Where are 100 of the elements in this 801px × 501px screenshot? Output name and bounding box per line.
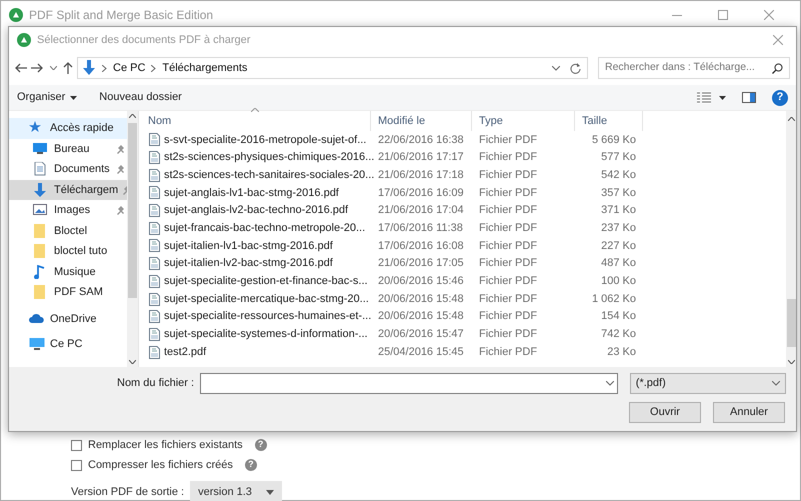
column-header[interactable]: Taille [575,111,643,131]
table-cell-text: 17/06/2016 16:08 [377,238,465,254]
dialog-button[interactable]: Annuler [713,402,785,423]
file-name[interactable]: test2.pdf [164,344,206,360]
table-cell-text: 5 669 Ko [590,132,637,148]
file-name[interactable]: sujet-specialite-mercatique-bac-stmg-20... [164,290,369,308]
view-options-button[interactable] [697,92,726,104]
sidebar-item[interactable]: Bloctel [9,220,127,241]
breadcrumb-item[interactable]: Ce PC [113,60,146,76]
table-cell-text: Fichier PDF [478,132,538,148]
table-cell-text: 1 062 Ko [590,292,637,307]
scroll-down-icon [788,360,794,364]
file-name[interactable]: sujet-specialite-gestion-et-finance-bac-s... [164,273,368,290]
column-header[interactable]: Nom [139,111,371,131]
file-name[interactable]: st2s-sciences-tech-sanitaires-sociales-20... [164,166,374,184]
new-folder-button[interactable]: Nouveau dossier [99,89,182,106]
chevron-down-icon [772,381,780,386]
pdf-file-icon [149,257,160,270]
table-cell-text: 371 Ko [600,203,637,218]
file-name[interactable]: sujet-anglais-lv2-bac-techno-2016.pdf [164,202,348,219]
file-name[interactable]: sujet-italien-lv2-bac-stmg-2016.pdf [164,255,333,272]
chevron-down-icon [606,381,614,386]
table-cell-text: Fichier PDF [478,309,538,324]
table-cell-text: Fichier PDF [478,186,538,201]
table-cell-text: 742 Ko [600,327,637,342]
sidebar-item[interactable]: Accès rapide [9,118,127,138]
dialog-button[interactable]: Ouvrir [629,402,701,423]
sidebar-item[interactable]: Documents [9,159,127,180]
organize-button[interactable]: Organiser [17,89,78,106]
table-cell-text: 25/04/2016 15:45 [377,344,465,360]
sidebar-item[interactable]: Musique [9,262,127,282]
pdf-file-icon [149,239,160,252]
scrollbar-thumb[interactable] [786,299,796,347]
table-cell-text: 21/06/2016 17:17 [377,150,465,166]
table-cell-text: Fichier PDF [478,344,538,360]
picture-icon [33,203,49,218]
list-view-icon [697,92,711,104]
table-cell-text: Fichier PDF [478,256,538,272]
table-cell-text: 20/06/2016 15:47 [377,327,465,342]
breadcrumb-item[interactable]: Téléchargements [162,60,248,76]
preview-pane-button[interactable] [742,92,756,103]
pdf-file-icon [149,346,160,359]
sidebar-item[interactable]: OneDrive [9,308,127,329]
file-name[interactable]: sujet-specialite-ressources-humaines-et-... [164,308,372,325]
table-cell-text: 20/06/2016 15:48 [377,292,465,307]
dialog-title: Sélectionner des documents PDF à charger [37,32,250,48]
table-cell-text: 154 Ko [600,309,637,324]
file-name[interactable]: sujet-francais-bac-techno-metropole-20... [164,220,366,237]
pdf-file-icon [149,133,160,146]
chevron-right-icon [151,64,156,72]
help-button[interactable]: ? [244,459,257,471]
sidebar-item[interactable]: PDF SAM [9,282,127,302]
pdf-file-icon [149,222,160,235]
table-cell-text: Fichier PDF [478,238,538,254]
download-arrow-icon [33,182,49,197]
preview-pane-icon [742,92,756,103]
scroll-up-icon [788,117,794,121]
file-name[interactable]: sujet-specialite-systemes-d-information-... [164,326,368,343]
address-bar[interactable]: Ce PC Téléchargements [77,57,588,79]
column-header[interactable]: Modifié le [371,111,472,131]
table-cell-text: 237 Ko [600,221,637,236]
sidebar-item[interactable]: Téléchargem [9,180,127,200]
sidebar-item[interactable]: bloctel tuto [9,241,127,262]
file-type-dropdown[interactable]: (*.pdf) [630,373,786,394]
checkbox[interactable] [71,460,82,470]
table-cell-text: Fichier PDF [478,168,538,183]
window-title: PDF Split and Merge Basic Edition [29,7,214,24]
version-dropdown[interactable]: version 1.3 [190,481,282,501]
search-field[interactable]: Rechercher dans : Télécharge... [598,57,790,79]
sidebar-item[interactable]: Images [9,200,127,220]
table-cell-text: Fichier PDF [478,150,538,166]
pdf-file-icon [149,328,160,341]
column-header[interactable]: Type [472,111,575,131]
sidebar-scrollbar[interactable] [127,111,138,367]
file-name[interactable]: sujet-anglais-lv1-bac-stmg-2016.pdf [164,184,339,202]
file-name[interactable]: st2s-sciences-physiques-chimiques-2016... [164,149,374,166]
close-icon [773,35,783,45]
caret-icon [719,96,726,100]
table-cell-text: 487 Ko [600,256,637,272]
chevron-down-icon [552,66,560,70]
table-cell-text: 542 Ko [600,168,637,183]
file-name[interactable]: s-svt-specialite-2016-metropole-sujet-of... [164,132,366,148]
caret-icon [70,96,78,100]
refresh-icon [570,62,581,74]
help-button[interactable]: ? [254,439,267,451]
close-icon [764,10,774,20]
file-list-scrollbar[interactable] [786,111,796,367]
help-button[interactable]: ? [772,90,788,106]
filename-field[interactable] [200,373,618,394]
table-cell-text: 227 Ko [600,238,637,254]
forward-arrow-icon [31,63,43,73]
sidebar-item[interactable]: Ce PC [9,334,127,354]
file-name[interactable]: sujet-italien-lv1-bac-stmg-2016.pdf [164,238,333,254]
option-label: Compresser les fichiers créés [88,458,233,473]
scroll-down-icon [129,360,136,364]
pdf-file-icon [149,292,160,306]
sidebar-item[interactable]: Bureau [9,138,127,159]
checkbox[interactable] [71,440,82,450]
table-cell-text: Fichier PDF [478,221,538,236]
scrollbar-thumb[interactable] [128,123,137,298]
